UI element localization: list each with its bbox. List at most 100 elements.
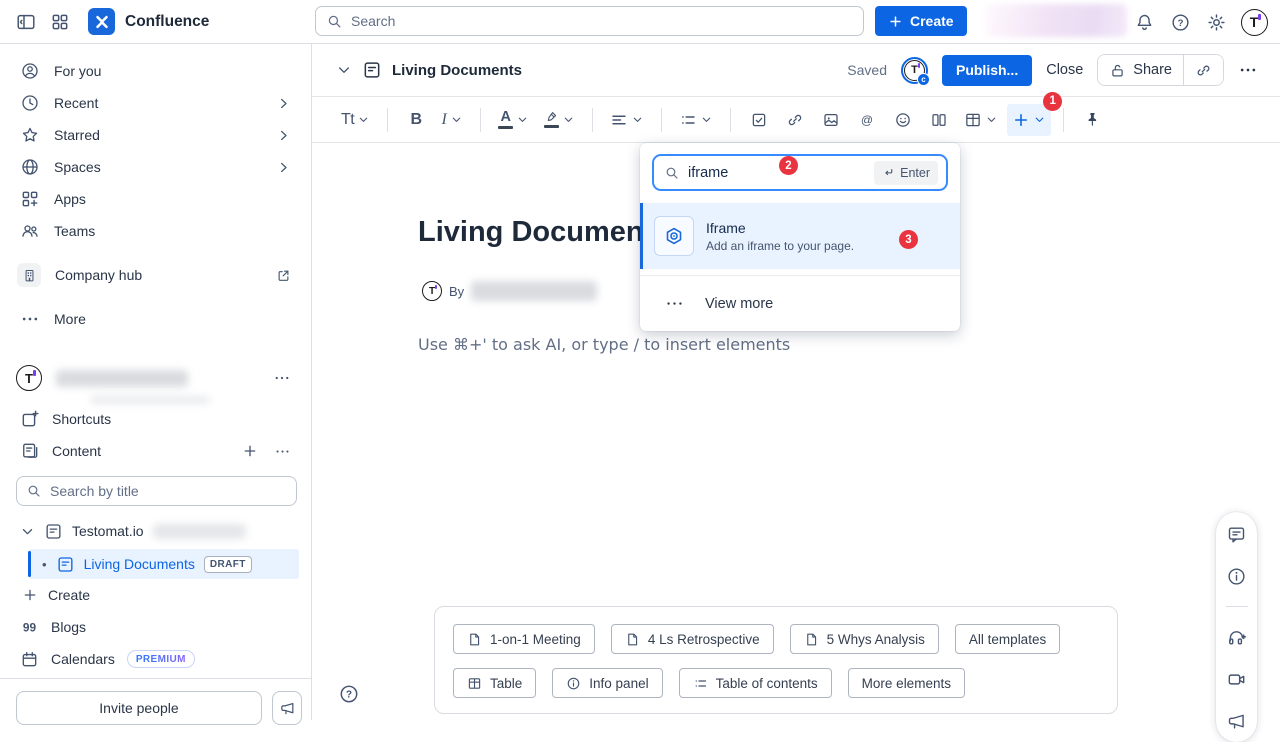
comment-icon [1226,524,1247,545]
editor-placeholder[interactable]: Use ⌘+' to ask AI, or type / to insert e… [418,335,790,354]
emoji-button[interactable] [887,104,919,136]
brand[interactable]: Confluence [88,8,209,35]
add-content-icon[interactable] [242,443,258,459]
image-icon [822,111,840,129]
comments-button[interactable] [1225,522,1249,546]
insert-element-button[interactable]: 1 [1007,104,1051,136]
left-sidebar: For you Recent Starred Spaces Apps Teams [0,44,312,720]
chevron-down-icon[interactable] [20,524,35,539]
text-style-button[interactable]: Tt [336,104,375,136]
redacted-area [986,4,1127,37]
page-doc-icon [44,522,63,541]
insert-table-button[interactable]: Table [453,668,536,698]
mention-icon: @ [858,111,876,129]
star-icon [20,125,40,145]
pin-toolbar-button[interactable] [1076,104,1108,136]
editor-help-button[interactable]: ? [338,683,360,705]
gear-icon [1206,12,1227,33]
sidebar-item-content[interactable]: Content [8,435,303,467]
tree-item-space-root[interactable]: Testomat.io [20,517,246,545]
publish-button[interactable]: Publish... [942,55,1032,86]
tree-item-label: Living Documents [84,556,195,572]
task-button[interactable] [743,104,775,136]
content-search-input[interactable] [50,483,287,499]
sidebar-item-calendars[interactable]: Calendars PREMIUM [8,645,303,673]
sidebar-toggle-button[interactable] [12,8,40,36]
global-search-input[interactable] [351,13,853,29]
bold-button[interactable]: B [400,104,432,136]
help-button[interactable]: ? [1166,8,1194,36]
share-button[interactable]: Share [1098,55,1183,85]
content-search[interactable] [16,476,297,506]
annotation-step-3: 3 [899,230,918,249]
chevron-down-icon[interactable] [336,62,352,78]
doc-icon [804,632,819,647]
external-link-icon [276,268,291,283]
link-button[interactable] [779,104,811,136]
space-more-icon[interactable] [273,369,291,387]
search-icon [326,13,343,30]
more-elements-button[interactable]: More elements [848,668,965,698]
sidebar-toggle-icon [15,11,37,33]
space-header[interactable]: T [8,360,303,396]
annotation-step-1: 1 [1043,92,1062,111]
all-templates-button[interactable]: All templates [955,624,1060,654]
template-1on1-meeting-button[interactable]: 1-on-1 Meeting [453,624,595,654]
editor-avatar[interactable]: T c [901,57,928,84]
sidebar-item-blogs[interactable]: 99 Blogs [8,613,303,641]
mention-button[interactable]: @ [851,104,883,136]
content-more-icon[interactable] [274,443,291,460]
settings-button[interactable] [1202,8,1230,36]
template-5-whys-analysis-button[interactable]: 5 Whys Analysis [790,624,939,654]
sidebar-item-spaces[interactable]: Spaces [8,151,303,183]
doc-icon [625,632,640,647]
tree-create-button[interactable]: Create [22,581,90,609]
insert-toc-button[interactable]: Table of contents [679,668,832,698]
sidebar-item-teams[interactable]: Teams [8,215,303,247]
profile-avatar-button[interactable]: T [1240,8,1268,36]
notifications-button[interactable] [1130,8,1158,36]
create-button[interactable]: Create [875,6,967,36]
italic-button[interactable]: I [436,104,468,136]
app-switcher-button[interactable] [46,8,74,36]
table-button[interactable] [959,104,1003,136]
support-button[interactable] [1225,625,1249,649]
template-4ls-retrospective-button[interactable]: 4 Ls Retrospective [611,624,774,654]
list-button[interactable] [674,104,718,136]
global-search[interactable] [315,6,864,36]
draft-badge: DRAFT [204,556,252,573]
insert-info-panel-button[interactable]: Info panel [552,668,662,698]
sidebar-item-apps[interactable]: Apps [8,183,303,215]
sidebar-item-starred[interactable]: Starred [8,119,303,151]
page-more-button[interactable] [1238,60,1258,80]
highlight-color-button[interactable] [538,104,580,136]
tree-item-living-documents[interactable]: • Living Documents DRAFT [28,549,299,579]
sidebar-item-shortcuts[interactable]: Shortcuts [8,403,303,435]
text-color-button[interactable]: A [493,104,534,136]
copy-link-button[interactable] [1184,55,1223,85]
document-title[interactable]: Living Documents [418,216,669,249]
person-circle-icon [20,61,40,81]
author-avatar: T [422,281,442,301]
close-button[interactable]: Close [1046,62,1083,78]
info-icon [1226,566,1247,587]
sidebar-item-recent[interactable]: Recent [8,87,303,119]
editor-toolbar: Tt B I A [312,96,1280,143]
share-label: Share [1133,62,1172,78]
breadcrumb-title[interactable]: Living Documents [392,62,522,79]
layouts-button[interactable] [923,104,955,136]
feedback-button[interactable] [1225,709,1249,733]
insert-search-field[interactable]: iframe Enter [652,154,948,191]
template-label: Table of contents [716,676,818,691]
image-button[interactable] [815,104,847,136]
divider [1226,606,1248,607]
sidebar-item-for-you[interactable]: For you [8,55,303,87]
headphones-plus-icon [1226,627,1247,648]
video-button[interactable] [1225,667,1249,691]
details-info-button[interactable] [1225,564,1249,588]
alignment-button[interactable] [605,104,649,136]
content-pages-icon [20,441,40,461]
sidebar-item-company-hub[interactable]: Company hub [8,259,303,291]
sidebar-item-more[interactable]: More [8,303,303,335]
view-more-item[interactable]: View more [640,282,960,325]
